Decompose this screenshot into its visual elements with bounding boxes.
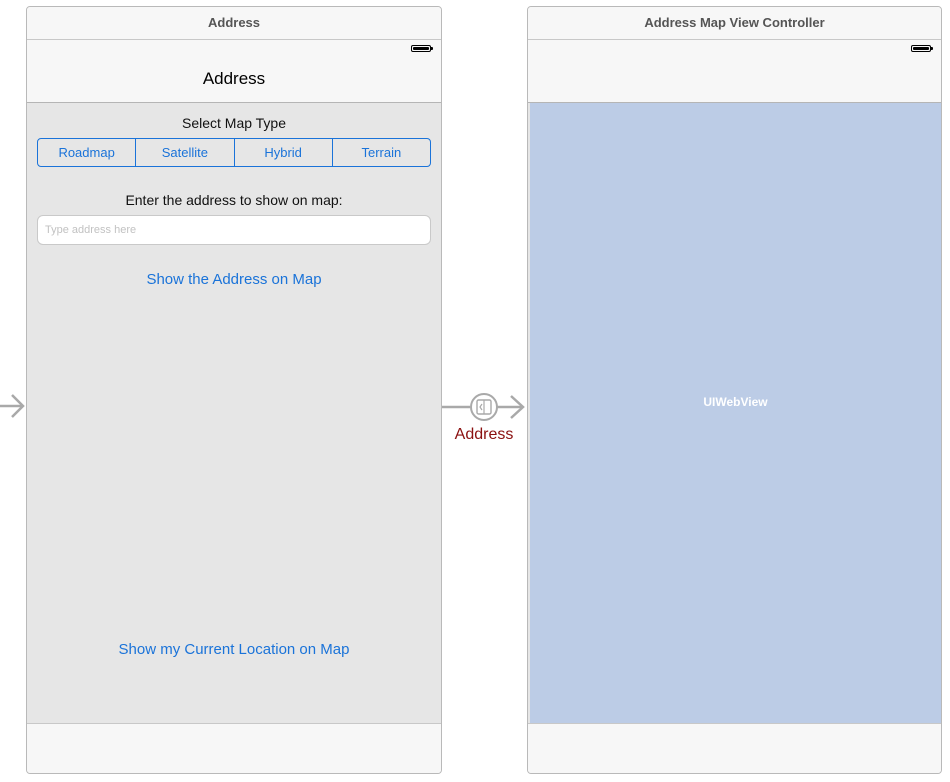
segment-roadmap[interactable]: Roadmap [38, 139, 137, 166]
web-view-label: UIWebView [703, 395, 768, 409]
segue-push-icon[interactable] [442, 390, 528, 424]
storyboard-canvas: Address Address Select Map Type Roadmap … [0, 0, 950, 782]
scene-title: Address Map View Controller [528, 7, 941, 40]
show-address-on-map-button[interactable]: Show the Address on Map [27, 271, 441, 288]
address-input[interactable] [37, 215, 431, 245]
segment-hybrid[interactable]: Hybrid [235, 139, 333, 166]
map-content-view: UIWebView [528, 103, 941, 724]
address-map-scene[interactable]: Address Map View Controller UIWebView [527, 6, 942, 774]
segment-satellite[interactable]: Satellite [136, 139, 235, 166]
show-current-location-button[interactable]: Show my Current Location on Map [27, 641, 441, 658]
address-content-view: Select Map Type Roadmap Satellite Hybrid… [27, 103, 441, 724]
battery-icon [411, 45, 433, 52]
status-bar [27, 40, 441, 58]
battery-icon [911, 45, 933, 52]
map-type-segmented-control[interactable]: Roadmap Satellite Hybrid Terrain [37, 138, 431, 167]
bottom-bar [528, 724, 941, 773]
segment-terrain[interactable]: Terrain [333, 139, 430, 166]
segue-label: Address [454, 426, 514, 443]
bottom-bar [27, 724, 441, 773]
scene-title: Address [27, 7, 441, 40]
status-bar [528, 40, 941, 58]
select-map-type-label: Select Map Type [181, 115, 287, 131]
navigation-bar: Address [27, 58, 441, 103]
address-scene[interactable]: Address Address Select Map Type Roadmap … [26, 6, 442, 774]
address-prompt-label: Enter the address to show on map: [125, 192, 343, 208]
navigation-bar [528, 58, 941, 103]
web-view[interactable]: UIWebView [530, 103, 941, 723]
initial-view-controller-arrow-icon[interactable] [0, 392, 26, 420]
nav-title: Address [202, 69, 266, 88]
